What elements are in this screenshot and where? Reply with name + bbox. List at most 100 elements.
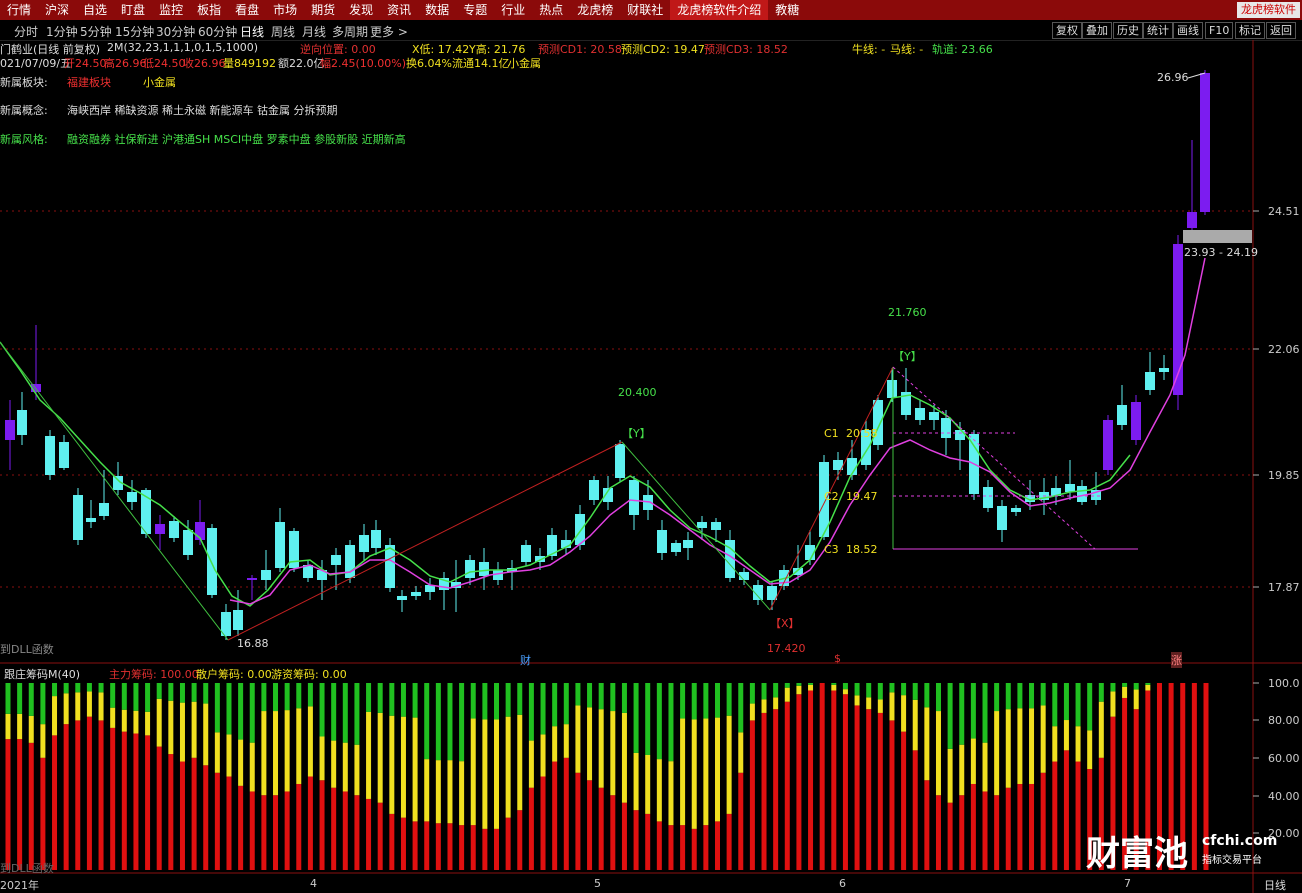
chip-bar-hot (808, 683, 814, 685)
chip-bar-hot (877, 683, 883, 700)
chip-bar-retail (656, 759, 662, 822)
chip-bar-main (1191, 683, 1197, 870)
chip-bar-main (203, 765, 209, 870)
label-y-1: 【Y】 (622, 427, 651, 440)
candle-body (1065, 484, 1075, 492)
chip-bar-hot (528, 683, 534, 741)
chip-bar-retail (528, 740, 534, 788)
label-c1-value: 20.58 (846, 427, 878, 440)
chip-bar-main (1063, 750, 1069, 870)
candle-body (1077, 486, 1087, 502)
chip-bar-hot (482, 683, 488, 720)
label-range-box: 23.93 - 24.19 (1184, 246, 1258, 259)
chip-bar-hot (1075, 683, 1081, 727)
chip-bar-hot (912, 683, 918, 700)
chip-bar-retail (575, 705, 581, 773)
bottom-period-label[interactable]: 日线 (1264, 877, 1286, 893)
chip-bar-main (796, 694, 802, 870)
chip-bar-main (749, 720, 755, 870)
chip-bar-retail (1122, 686, 1128, 698)
chip-bar-hot (703, 683, 709, 719)
candle-body (397, 596, 407, 600)
kline-chart[interactable] (0, 0, 1302, 893)
chip-bar-retail (156, 698, 162, 747)
chip-bar-hot (63, 683, 69, 694)
candle-body (1117, 405, 1127, 425)
candle-body (5, 420, 15, 440)
chip-bar-retail (424, 759, 430, 822)
chip-bar-main (214, 772, 220, 870)
chip-bar-main (842, 694, 848, 870)
chip-bar-main (959, 795, 965, 870)
chip-bar-hot (1110, 683, 1116, 692)
label-21-760: 21.760 (888, 306, 927, 319)
chip-bar-retail (505, 716, 511, 818)
label-20-400: 20.400 (618, 386, 657, 399)
candle-body (657, 530, 667, 553)
chip-bar-hot (145, 683, 151, 712)
chip-bar-hot (121, 683, 127, 710)
chip-bar-retail (1005, 709, 1011, 788)
chip-bar-main (610, 795, 616, 870)
chip-bar-retail (342, 742, 348, 792)
chip-bar-retail (470, 718, 476, 826)
chip-bar-hot (552, 683, 558, 727)
candle-body (997, 506, 1007, 530)
chip-bar-hot (540, 683, 546, 735)
chip-bar-main (366, 798, 372, 870)
chip-bar-hot (494, 683, 500, 720)
chip-bar-hot (1133, 683, 1139, 690)
label-x-1: 【X】 (770, 617, 800, 630)
projection-diagonal (892, 366, 1096, 550)
chip-bar-main (133, 733, 139, 870)
watermark-slogan: 指标交易平台 (1202, 855, 1262, 866)
chip-bar-hot (75, 683, 81, 693)
watermark-brand: 财富池 (1086, 834, 1188, 874)
price-range-box (1183, 230, 1252, 243)
chip-bar-main (668, 825, 674, 870)
candle-body (711, 522, 721, 530)
chip-bar-hot (505, 683, 511, 717)
chip-bar-main (5, 739, 11, 870)
chip-bar-retail (808, 684, 814, 691)
candle-body (589, 480, 599, 500)
chip-bar-retail (517, 714, 523, 811)
chip-bar-main (1075, 761, 1081, 870)
chip-bar-main (540, 776, 546, 870)
chip-bar-hot (447, 683, 453, 761)
label-c1: C1 (824, 427, 839, 440)
label-c2: C2 (824, 490, 839, 503)
candle-body (683, 540, 693, 548)
chip-bar-main (726, 813, 732, 870)
chip-bar-main (482, 828, 488, 870)
chip-bar-hot (284, 683, 290, 711)
hot-chip: 游资筹码: 0.00 (271, 668, 347, 681)
watermark: 财富池 (1086, 826, 1188, 875)
dividend-marker: $ (834, 652, 841, 665)
chip-bar-retail (63, 693, 69, 725)
price-axis-label: 24.51 (1268, 205, 1300, 218)
chip-bar-hot (1063, 683, 1069, 721)
chip-bar-main (1052, 761, 1058, 870)
chip-bar-main (808, 690, 814, 870)
watermark-url: cfchi.com (1202, 833, 1278, 849)
chip-bar-retail (866, 697, 872, 710)
chip-bar-main (645, 813, 651, 870)
candle-body (331, 555, 341, 565)
chip-bar-hot (98, 683, 104, 693)
price-axis-label: 17.87 (1268, 581, 1300, 594)
chip-bar-hot (261, 683, 267, 712)
chip-bar-retail (912, 699, 918, 751)
chip-bar-hot (331, 683, 337, 741)
chip-bar-retail (947, 748, 953, 803)
chip-bar-retail (761, 699, 767, 713)
candle-body (983, 487, 993, 508)
chip-bar-retail (191, 701, 197, 758)
candle-body (929, 412, 939, 420)
chip-bar-main (517, 810, 523, 870)
chip-bar-retail (226, 734, 232, 777)
chip-bar-retail (982, 742, 988, 792)
chip-bar-retail (168, 700, 174, 755)
candle-body (385, 545, 395, 588)
chip-bar-main (28, 742, 34, 870)
